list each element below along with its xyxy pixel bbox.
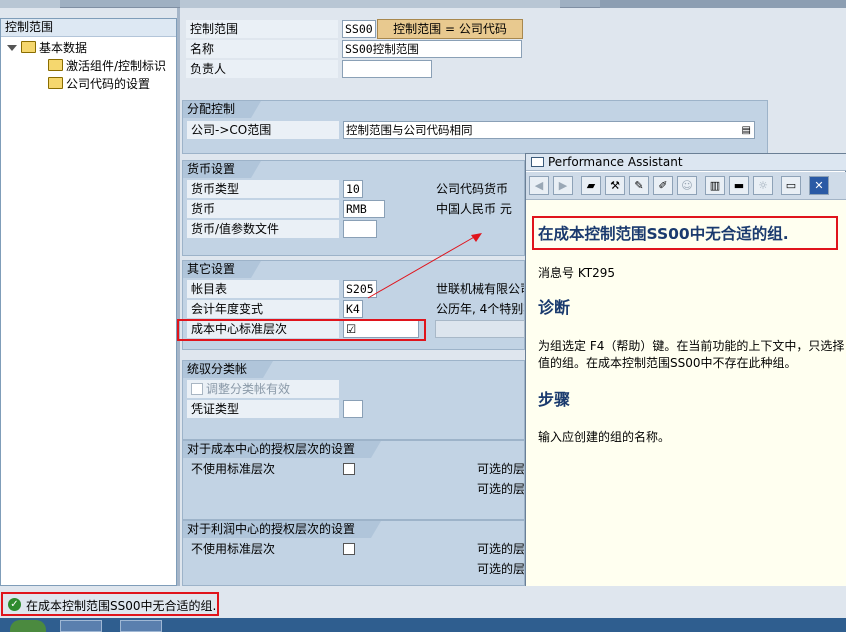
cost-center-auth-hierarchy-group: 对于成本中心的授权层次的设置 不使用标准层次 可选的层 可选的层	[182, 440, 525, 520]
optional-hierarchy-label: 可选的层	[477, 562, 524, 576]
no-standard-hierarchy-label: 不使用标准层次	[191, 462, 276, 476]
diagnosis-text-line2: 值的组。在成本控制范围SS00中不存在此种组。	[538, 356, 797, 370]
person-responsible-label: 负责人	[186, 60, 338, 78]
currency-profile-label: 货币/值参数文件	[187, 220, 339, 238]
currency-description: 中国人民币 元	[436, 202, 512, 216]
assignment-control-group: 分配控制 公司->CO范围 控制范围与公司代码相同 ▤	[182, 100, 768, 154]
no-standard-hierarchy-checkbox[interactable]	[343, 543, 355, 555]
chart-of-accounts-field[interactable]: S205	[343, 280, 377, 298]
assistant-body: 在成本控制范围SS00中无合适的组. 消息号 KT295 诊断 为组选定 F4（…	[526, 200, 846, 618]
group-title: 分配控制	[183, 101, 262, 118]
tree-node-activate-components[interactable]: 激活组件/控制标识	[48, 57, 166, 75]
navigation-tree: 控制范围 基本数据 激活组件/控制标识 公司代码的设置	[0, 18, 177, 586]
edit-icon[interactable]: ✎	[629, 176, 649, 195]
assistant-heading: 在成本控制范围SS00中无合适的组.	[538, 225, 789, 243]
currency-type-description: 公司代码货币	[436, 182, 509, 196]
currency-profile-field[interactable]	[343, 220, 377, 238]
person-responsible-field[interactable]	[342, 60, 432, 78]
diagnosis-text-line1: 为组选定 F4（帮助）键。在当前功能的上下文中，只选择	[538, 339, 845, 353]
taskbar-app-icon[interactable]	[120, 620, 162, 632]
group-title: 统驭分类帐	[183, 361, 274, 378]
settings-icon[interactable]: ☼	[753, 176, 773, 195]
assistant-toolbar: ◀ ▶ ▰ ⚒ ✎ ✐ ☺ ▥ ▬ ☼ ▭ ✕	[526, 172, 846, 200]
assistant-title-bar: Performance Assistant	[526, 154, 846, 171]
folder-icon	[48, 59, 63, 71]
success-check-icon: ✓	[8, 598, 21, 611]
expand-triangle-icon[interactable]	[7, 45, 17, 51]
currency-type-label: 货币类型	[187, 180, 339, 198]
controlling-area-field[interactable]: SS00	[342, 20, 376, 38]
company-co-area-label: 公司->CO范围	[187, 121, 339, 139]
forward-arrow-icon[interactable]: ▶	[553, 176, 573, 195]
tree-node-label: 基本数据	[39, 41, 88, 55]
reconciliation-ledger-checkbox-row: 调整分类帐有效	[187, 380, 339, 398]
reconciliation-ledger-checkbox[interactable]	[191, 383, 203, 395]
title-bar-segment	[180, 0, 560, 8]
procedure-text: 输入应创建的组的名称。	[538, 430, 671, 444]
currency-type-field[interactable]: 10	[343, 180, 363, 198]
dropdown-icon[interactable]: ▤	[742, 123, 751, 138]
currency-settings-group: 货币设置 货币类型 10 公司代码货币 货币 RMB 中国人民币 元 货币/值参…	[182, 160, 525, 256]
tree-node-company-code-settings[interactable]: 公司代码的设置	[48, 75, 150, 93]
currency-label: 货币	[187, 200, 339, 218]
chart-of-accounts-description: 世联机械有限公司	[436, 282, 524, 296]
controlling-area-label: 控制范围	[186, 20, 338, 38]
fiscal-year-variant-field[interactable]: K4	[343, 300, 363, 318]
diagnosis-title: 诊断	[538, 298, 571, 317]
status-bar: ✓ 在成本控制范围SS00中无合适的组.	[0, 586, 846, 618]
title-bar-strip	[0, 0, 846, 8]
group-title: 对于成本中心的授权层次的设置	[183, 441, 382, 458]
back-arrow-icon[interactable]: ◀	[529, 176, 549, 195]
close-icon[interactable]: ✕	[809, 176, 829, 195]
taskbar-app-icon[interactable]	[60, 620, 102, 632]
reconciliation-ledger-group: 统驭分类帐 调整分类帐有效 凭证类型	[182, 360, 525, 440]
name-field[interactable]: SS00控制范围	[342, 40, 522, 58]
message-number: 消息号 KT295	[538, 266, 615, 280]
title-bar-segment	[0, 0, 60, 8]
profit-center-auth-hierarchy-group: 对于利润中心的授权层次的设置 不使用标准层次 可选的层 可选的层	[182, 520, 525, 586]
no-standard-hierarchy-label: 不使用标准层次	[191, 542, 276, 556]
title-bar-segment	[600, 0, 846, 8]
chart-of-accounts-label: 帐目表	[187, 280, 339, 298]
window-icon[interactable]: ▥	[705, 176, 725, 195]
taskbar	[0, 618, 846, 632]
users-icon[interactable]: ☺	[677, 176, 697, 195]
group-title: 对于利润中心的授权层次的设置	[183, 521, 382, 538]
display-icon[interactable]: ▬	[729, 176, 749, 195]
fiscal-year-variant-description: 公历年, 4个特别期	[436, 302, 524, 316]
assistant-window-icon	[531, 157, 544, 167]
start-orb-icon[interactable]	[10, 620, 46, 632]
book-icon[interactable]: ▰	[581, 176, 601, 195]
tree-node-basic-data[interactable]: 基本数据	[7, 39, 87, 57]
folder-icon	[48, 77, 63, 89]
technical-info-icon[interactable]: ⚒	[605, 176, 625, 195]
status-message[interactable]: 在成本控制范围SS00中无合适的组.	[26, 597, 216, 614]
currency-field[interactable]: RMB	[343, 200, 385, 218]
tree-header: 控制范围	[1, 19, 176, 37]
optional-hierarchy-label: 可选的层	[477, 462, 524, 476]
tree-node-label: 公司代码的设置	[66, 77, 151, 91]
procedure-title: 步骤	[538, 390, 571, 409]
dropdown-value: 控制范围与公司代码相同	[346, 123, 473, 137]
no-standard-hierarchy-checkbox[interactable]	[343, 463, 355, 475]
document-type-label: 凭证类型	[187, 400, 339, 418]
optional-hierarchy-label: 可选的层	[477, 542, 524, 556]
fiscal-year-variant-label: 会计年度变式	[187, 300, 339, 318]
group-title: 货币设置	[183, 161, 262, 178]
fields-icon[interactable]: ✐	[653, 176, 673, 195]
company-co-area-dropdown[interactable]: 控制范围与公司代码相同 ▤	[343, 121, 755, 139]
group-title: 其它设置	[183, 261, 262, 278]
tree-node-label: 激活组件/控制标识	[66, 59, 167, 73]
assistant-title: Performance Assistant	[548, 155, 683, 169]
highlight-box	[177, 319, 426, 341]
print-icon[interactable]: ▭	[781, 176, 801, 195]
document-type-field[interactable]	[343, 400, 363, 418]
performance-assistant-window: Performance Assistant ◀ ▶ ▰ ⚒ ✎ ✐ ☺ ▥ ▬ …	[525, 153, 846, 618]
controlling-area-company-code-button[interactable]: 控制范围 = 公司代码	[377, 19, 523, 39]
folder-icon	[21, 41, 36, 53]
optional-hierarchy-label: 可选的层	[477, 482, 524, 496]
std-hierarchy-description-box	[435, 320, 525, 338]
name-label: 名称	[186, 40, 338, 58]
reconciliation-ledger-checkbox-label: 调整分类帐有效	[206, 382, 291, 396]
